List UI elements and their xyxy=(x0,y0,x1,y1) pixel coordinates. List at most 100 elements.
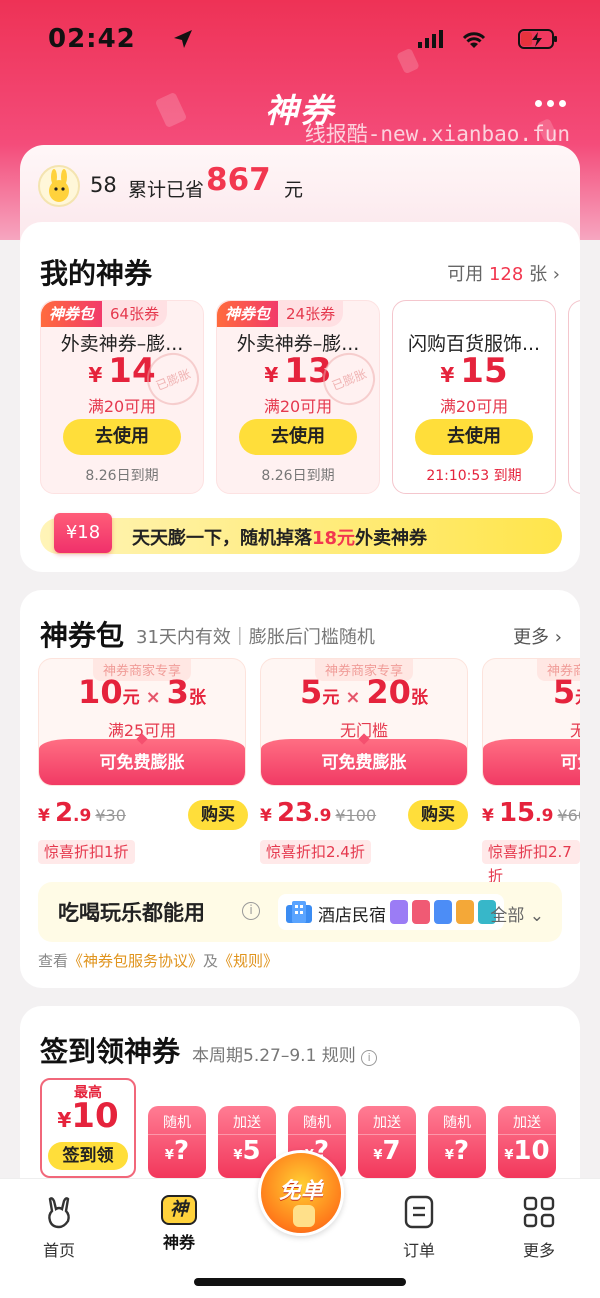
checkin-day-today[interactable]: 最高 ¥10 签到领 xyxy=(40,1078,136,1178)
pack-amount-unit: 元 xyxy=(575,688,580,708)
use-coupon-button[interactable]: 去使用 xyxy=(63,419,181,455)
coupon-tab-icon: 神 xyxy=(161,1195,197,1225)
day-label: 加送 xyxy=(513,1115,541,1131)
coupon-pack[interactable]: 神券商家专享 5元 × 20张 无门槛 可免费膨胀 xyxy=(260,658,468,786)
category-icon xyxy=(390,900,408,924)
day-value: ¥10 xyxy=(498,1136,556,1166)
status-time: 02:42 xyxy=(48,24,136,54)
usable-categories-bar[interactable]: 吃喝玩乐都能用 i 酒店民宿 全部 ⌄ xyxy=(38,882,562,942)
day-currency: ¥ xyxy=(444,1148,454,1163)
avatar[interactable] xyxy=(38,165,80,207)
coupon-tag: 神券包 24张券 xyxy=(217,301,344,327)
banner-text: 天天膨一下，随机掉落18元外卖神券 xyxy=(132,524,427,550)
original-price: ¥30 xyxy=(95,806,126,825)
original-price: ¥60 xyxy=(557,806,580,825)
buy-button[interactable]: 购买 xyxy=(188,800,248,830)
times-sign: × xyxy=(145,687,161,708)
coupon-pack[interactable]: 神券商家专享 10元 × 3张 满25可用 可免费膨胀 xyxy=(38,658,246,786)
free-order-button[interactable]: 免单 xyxy=(258,1150,344,1236)
agreement-prefix: 查看 xyxy=(38,952,69,970)
coupon-card[interactable]: 神券包 24张券 外卖神券–膨... ¥13 已膨胀 满20可用 去使用 8.26… xyxy=(216,300,383,494)
checkin-day[interactable]: 随机 ¥? xyxy=(148,1106,206,1178)
chevron-right-icon: › xyxy=(552,264,560,285)
day-amount: 7 xyxy=(382,1136,401,1166)
price-integer: 15 xyxy=(498,798,536,828)
coupon-card[interactable]: 闪购百货服饰... ¥15 满20可用 去使用 21:10:53 到期 xyxy=(392,300,556,494)
rules-link[interactable]: 《规则》 xyxy=(218,952,278,970)
checkin-day[interactable]: 加送 ¥10 xyxy=(498,1106,556,1178)
use-coupon-button[interactable]: 去使用 xyxy=(239,419,357,455)
more-options-icon[interactable] xyxy=(535,100,566,107)
tab-home[interactable]: 首页 xyxy=(24,1195,94,1261)
pack-count: 20 xyxy=(366,673,411,711)
info-icon[interactable]: i xyxy=(361,1050,378,1066)
pack-footer: 可免费膨胀 xyxy=(39,739,245,785)
packs-title: 神券包 xyxy=(40,619,125,652)
packs-more-link[interactable]: 更多 › xyxy=(513,623,562,649)
checkin-amount: 10 xyxy=(71,1096,119,1136)
status-bar: 02:42 xyxy=(48,24,560,58)
coupon-expiry: 8.26日到期 xyxy=(85,468,159,484)
pack-quantity: 5元× xyxy=(483,673,580,711)
info-icon[interactable]: i xyxy=(242,902,260,920)
pack-threshold: 无门 xyxy=(483,717,580,741)
rules-link[interactable]: 规则 xyxy=(322,1046,356,1066)
pack-price: ¥ 23.9 ¥100 xyxy=(260,798,376,830)
price-decimal: .9 xyxy=(535,806,554,826)
coupon-currency: ¥ xyxy=(440,363,455,387)
checkin-day[interactable]: 随机 ¥? xyxy=(428,1106,486,1178)
all-categories-dropdown[interactable]: 全部 ⌄ xyxy=(490,901,544,926)
savings-label: 累计已省 xyxy=(128,179,205,201)
tab-orders-label: 订单 xyxy=(402,1241,435,1260)
day-value: ¥7 xyxy=(358,1136,416,1166)
pack-amount: 5 xyxy=(552,673,576,711)
day-label: 随机 xyxy=(443,1115,471,1131)
tab-more[interactable]: 更多 xyxy=(504,1195,574,1261)
red-packet-chip: ¥18 xyxy=(54,513,112,553)
buy-button[interactable]: 购买 xyxy=(408,800,468,830)
banner-text-b: 外卖神券 xyxy=(355,528,428,549)
checkin-button[interactable]: 签到领 xyxy=(48,1142,128,1170)
available-coupons-link[interactable]: 可用 128 张 › xyxy=(447,260,560,286)
hotel-label: 酒店民宿 xyxy=(318,906,386,926)
packs-subtitle: 31天内有效｜膨胀后门槛随机 xyxy=(136,627,375,648)
pack-amount-unit: 元 xyxy=(122,688,140,708)
tab-orders[interactable]: 订单 xyxy=(384,1195,454,1261)
chevron-right-icon: › xyxy=(554,627,562,648)
category-icon xyxy=(456,900,474,924)
service-agreement-link[interactable]: 《神券包服务协议》 xyxy=(68,952,203,970)
agreement-text: 查看《神券包服务协议》及《规则》 xyxy=(38,950,278,971)
location-arrow-icon xyxy=(174,30,192,48)
day-amount: 5 xyxy=(242,1136,261,1166)
daily-expand-banner[interactable]: ¥18 天天膨一下，随机掉落18元外卖神券 xyxy=(40,513,562,554)
pack-price: ¥ 15.9¥60 xyxy=(482,798,580,830)
kangaroo-mascot-icon xyxy=(49,169,69,202)
checkin-currency: ¥ xyxy=(57,1108,72,1132)
tab-coupons[interactable]: 神 神券 xyxy=(144,1195,214,1253)
day-value: ¥? xyxy=(428,1136,486,1166)
price-currency: ¥ xyxy=(38,806,50,826)
category-chip: 酒店民宿 xyxy=(278,894,504,930)
discount-badge: 惊喜折扣2.4折 xyxy=(260,840,371,864)
coupon-card-partial[interactable] xyxy=(568,300,580,494)
coupon-pack[interactable]: 神券商家专享 5元× 无门 可免费 xyxy=(482,658,580,786)
use-coupon-button[interactable]: 去使用 xyxy=(415,419,533,455)
coupon-card[interactable]: 神券包 64张券 外卖神券–膨... ¥14 已膨胀 满20可用 去使用 8.26… xyxy=(40,300,207,494)
usable-title: 吃喝玩乐都能用 xyxy=(58,901,205,925)
pack-count-unit: 张 xyxy=(188,688,206,708)
pack-count-unit: 张 xyxy=(410,688,428,708)
banner-text-a: 天天膨一下，随机掉落 xyxy=(132,528,312,549)
price-decimal: .9 xyxy=(73,806,92,826)
coupon-condition: 满20可用 xyxy=(263,397,333,416)
checkin-day[interactable]: 加送 ¥7 xyxy=(358,1106,416,1178)
available-prefix: 可用 xyxy=(447,264,484,285)
original-price: ¥100 xyxy=(335,806,377,825)
wifi-icon xyxy=(462,32,486,48)
coupon-tag-label: 神券包 xyxy=(41,301,103,327)
coupon-packs-card: 神券包 31天内有效｜膨胀后门槛随机 更多 › 神券商家专享 10元 × 3张 满2… xyxy=(20,590,580,988)
tab-home-label: 首页 xyxy=(42,1241,75,1260)
checkin-title: 签到领神券 xyxy=(40,1035,181,1068)
price-integer: 2 xyxy=(54,798,74,828)
price-decimal: .9 xyxy=(313,806,332,826)
coupon-value: ¥15 xyxy=(393,351,555,391)
